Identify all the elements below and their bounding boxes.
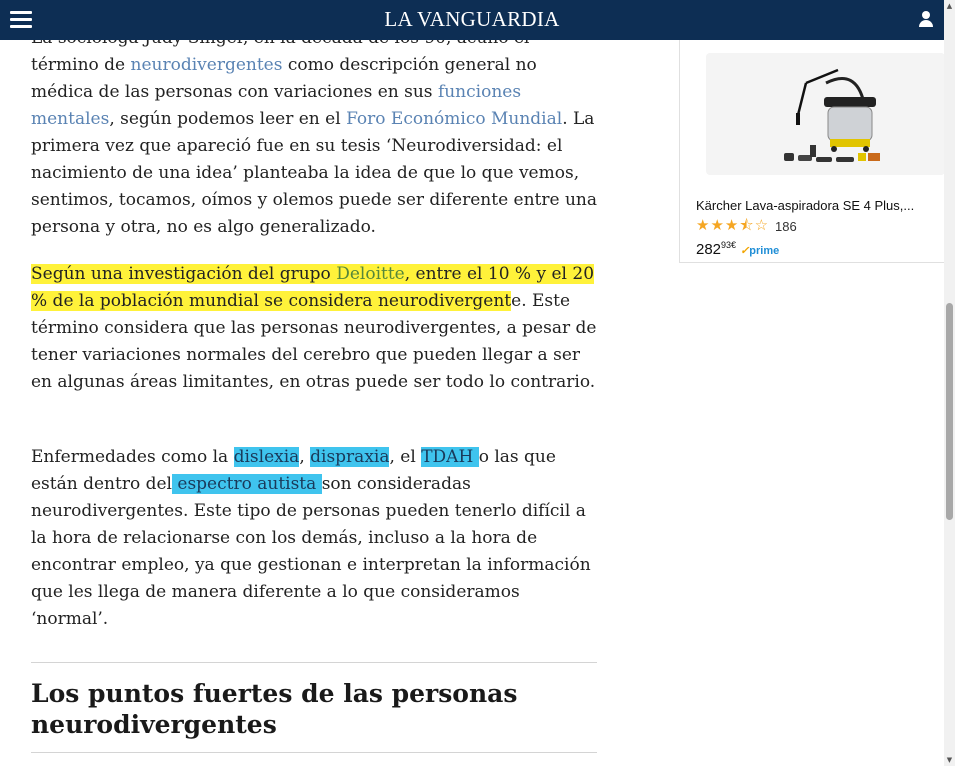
- section-divider-top: [31, 662, 597, 663]
- paragraph-enfermedades: Enfermedades como la dislexia, dispraxia…: [31, 447, 591, 629]
- link-neurodivergentes[interactable]: neurodivergentes: [131, 55, 283, 75]
- scroll-up-arrow-icon[interactable]: ▲: [946, 2, 953, 10]
- link-tdah[interactable]: TDAH: [421, 447, 479, 467]
- star-full-icon: ★: [724, 217, 739, 234]
- scroll-down-arrow-icon[interactable]: ▼: [946, 756, 953, 764]
- prime-badge: ✓prime: [740, 245, 780, 257]
- user-account-icon[interactable]: [918, 11, 934, 29]
- paragraph-judy-singer: La socióloga Judy Singer, en la década d…: [31, 28, 597, 237]
- star-empty-icon: ☆: [754, 217, 769, 234]
- prime-check-icon: ✓: [740, 245, 750, 257]
- section-divider-bottom: [31, 752, 597, 753]
- yellow-highlight: Según una investigación del grupo Deloit…: [31, 264, 595, 311]
- star-full-icon: ★: [696, 217, 710, 234]
- link-dislexia[interactable]: dislexia: [233, 447, 300, 467]
- product-title[interactable]: Kärcher Lava-aspiradora SE 4 Plus,...: [696, 198, 914, 213]
- product-price: 28293€ ✓prime: [696, 240, 780, 258]
- link-dispraxia[interactable]: dispraxia: [310, 447, 390, 467]
- vacuum-cleaner-icon: [784, 68, 880, 162]
- link-deloitte[interactable]: Deloitte: [336, 264, 405, 284]
- product-rating[interactable]: ★ ★ ★ ⯪ ☆ 186: [696, 218, 797, 234]
- top-navigation-bar: LA VANGUARDIA: [0, 0, 944, 40]
- star-full-icon: ★: [710, 217, 724, 234]
- paragraph-deloitte: Según una investigación del grupo Deloit…: [31, 264, 597, 392]
- product-image[interactable]: [706, 53, 945, 175]
- section-heading: Los puntos fuertes de las personas neuro…: [31, 679, 518, 739]
- rating-count: 186: [775, 218, 797, 234]
- star-half-icon: ⯪: [739, 217, 754, 234]
- amazon-product-ad[interactable]: Kärcher Lava-aspiradora SE 4 Plus,... ★ …: [679, 40, 945, 263]
- link-espectro-autista[interactable]: espectro autista: [171, 474, 322, 494]
- scrollbar-thumb[interactable]: [946, 303, 953, 520]
- link-foro-economico-mundial[interactable]: Foro Económico Mundial: [346, 109, 562, 129]
- vertical-scrollbar[interactable]: ▲ ▼: [944, 0, 955, 766]
- site-logo[interactable]: LA VANGUARDIA: [0, 7, 944, 32]
